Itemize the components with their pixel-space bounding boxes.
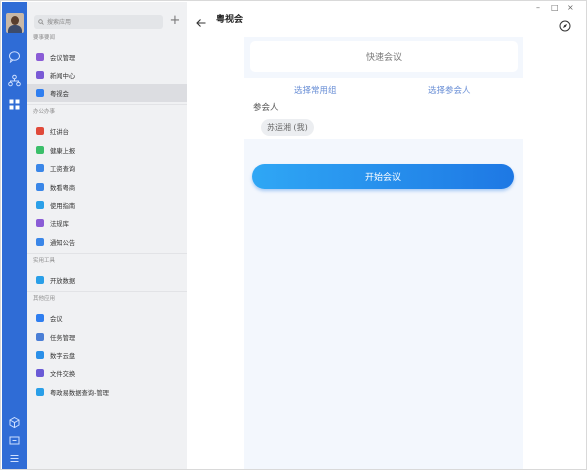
cloud-drive-icon [36, 351, 44, 359]
sidebar-item-meeting[interactable]: 会议 [27, 309, 187, 327]
menu-icon[interactable] [8, 452, 21, 465]
chat-icon[interactable] [8, 50, 21, 63]
select-group-link[interactable]: 选择常用组 [294, 84, 337, 96]
red-podium-icon [36, 127, 44, 135]
quick-meeting-card[interactable]: 快速会议 [250, 41, 518, 72]
back-arrow-icon[interactable] [195, 14, 207, 27]
sidebar-item-label: 粤视会 [50, 90, 69, 98]
sidebar-item-label: 任务管理 [50, 334, 76, 342]
sidebar-item-meeting-manage[interactable]: 会议管理 [27, 48, 187, 66]
close-button[interactable]: × [567, 4, 574, 12]
guide-icon [36, 201, 44, 209]
sidebar-item-label: 法规库 [50, 220, 69, 228]
meeting-manage-icon [36, 53, 44, 61]
sidebar-item-label: 数看粤商 [50, 184, 76, 192]
sidebar-item-label: 数字云盘 [50, 352, 76, 360]
sidebar-item-notice[interactable]: 通知公告 [27, 233, 187, 251]
sidebar-item-data-query[interactable]: 粤政易数据查询-管理 [27, 383, 187, 401]
start-meeting-label: 开始会议 [364, 173, 401, 183]
cube-icon[interactable] [8, 416, 21, 429]
sidebar-item-label: 使用指南 [50, 202, 76, 210]
compass-icon[interactable] [559, 17, 571, 32]
sidebar-item-label: 工资查询 [50, 165, 76, 173]
mail-icon[interactable] [8, 434, 21, 447]
org-chart-icon[interactable] [8, 74, 21, 87]
sidebar-item-label: 新闻中心 [50, 72, 76, 80]
search-input[interactable] [47, 16, 147, 28]
app-sidebar: + 要事要闻 会议管理 新闻中心 粤视会 办公办事 红讲台 健康上报 工资查询 [27, 2, 187, 469]
sidebar-item-label: 文件交换 [50, 370, 76, 378]
data-query-icon [36, 388, 44, 396]
sidebar-item-label: 会议 [50, 315, 63, 323]
divider [27, 253, 187, 254]
start-meeting-button[interactable]: 开始会议 [252, 164, 514, 189]
news-icon [36, 71, 44, 79]
sidebar-item-news[interactable]: 新闻中心 [27, 66, 187, 84]
sidebar-item-label: 粤政易数据查询-管理 [50, 389, 109, 397]
video-meeting-icon [36, 89, 44, 97]
meeting-panel: 快速会议 选择常用组 选择参会人 参会人 苏运湘 (我) 开始会议 [244, 37, 523, 469]
section-title: 要事要闻 [33, 35, 56, 41]
health-report-icon [36, 146, 44, 154]
sidebar-item-video-meeting[interactable]: 粤视会 [27, 84, 187, 102]
sidebar-item-guide[interactable]: 使用指南 [27, 196, 187, 214]
task-icon [36, 333, 44, 341]
main-area: 粤视会 – □ × 快速会议 选择常用组 选择参会人 参会人 苏运湘 (我) 开… [187, 2, 586, 469]
sidebar-item-cloud-drive[interactable]: 数字云盘 [27, 346, 187, 364]
divider [27, 104, 187, 105]
avatar-head [11, 16, 19, 25]
sidebar-item-label: 通知公告 [50, 239, 76, 247]
sidebar-item-data-view[interactable]: 数看粤商 [27, 178, 187, 196]
participants-label: 参会人 [253, 103, 279, 113]
sidebar-item-law-library[interactable]: 法规库 [27, 214, 187, 232]
apps-grid-icon[interactable] [8, 98, 21, 111]
file-exchange-icon [36, 369, 44, 377]
sidebar-item-salary[interactable]: 工资查询 [27, 159, 187, 177]
divider [27, 291, 187, 292]
sidebar-item-open-data[interactable]: 开放数据 [27, 271, 187, 289]
add-app-button[interactable]: + [169, 14, 181, 28]
sidebar-item-file-exchange[interactable]: 文件交换 [27, 364, 187, 382]
sidebar-item-task[interactable]: 任务管理 [27, 328, 187, 346]
sidebar-item-label: 红讲台 [50, 128, 69, 136]
quick-meeting-label: 快速会议 [365, 53, 402, 63]
data-view-icon [36, 183, 44, 191]
select-participants-link[interactable]: 选择参会人 [428, 84, 471, 96]
sidebar-item-health-report[interactable]: 健康上报 [27, 141, 187, 159]
nav-rail [2, 2, 27, 469]
page-title: 粤视会 [216, 15, 244, 25]
meeting-icon [36, 314, 44, 322]
sidebar-item-label: 开放数据 [50, 277, 76, 285]
sidebar-item-red-podium[interactable]: 红讲台 [27, 122, 187, 140]
participant-chip[interactable]: 苏运湘 (我) [261, 119, 314, 136]
salary-icon [36, 164, 44, 172]
avatar-body [8, 25, 22, 33]
avatar[interactable] [6, 13, 24, 33]
app-window: + 要事要闻 会议管理 新闻中心 粤视会 办公办事 红讲台 健康上报 工资查询 [0, 0, 587, 470]
sidebar-item-label: 会议管理 [50, 54, 76, 62]
open-data-icon [36, 276, 44, 284]
notice-icon [36, 238, 44, 246]
minimize-button[interactable]: – [536, 4, 540, 12]
sidebar-item-label: 健康上报 [50, 147, 76, 155]
section-title: 其他应用 [33, 296, 56, 302]
section-title: 办公办事 [33, 109, 56, 115]
search-icon [38, 19, 44, 25]
section-title: 实用工具 [33, 258, 56, 264]
law-library-icon [36, 219, 44, 227]
search-box[interactable] [34, 15, 163, 29]
maximize-button[interactable]: □ [551, 4, 559, 12]
